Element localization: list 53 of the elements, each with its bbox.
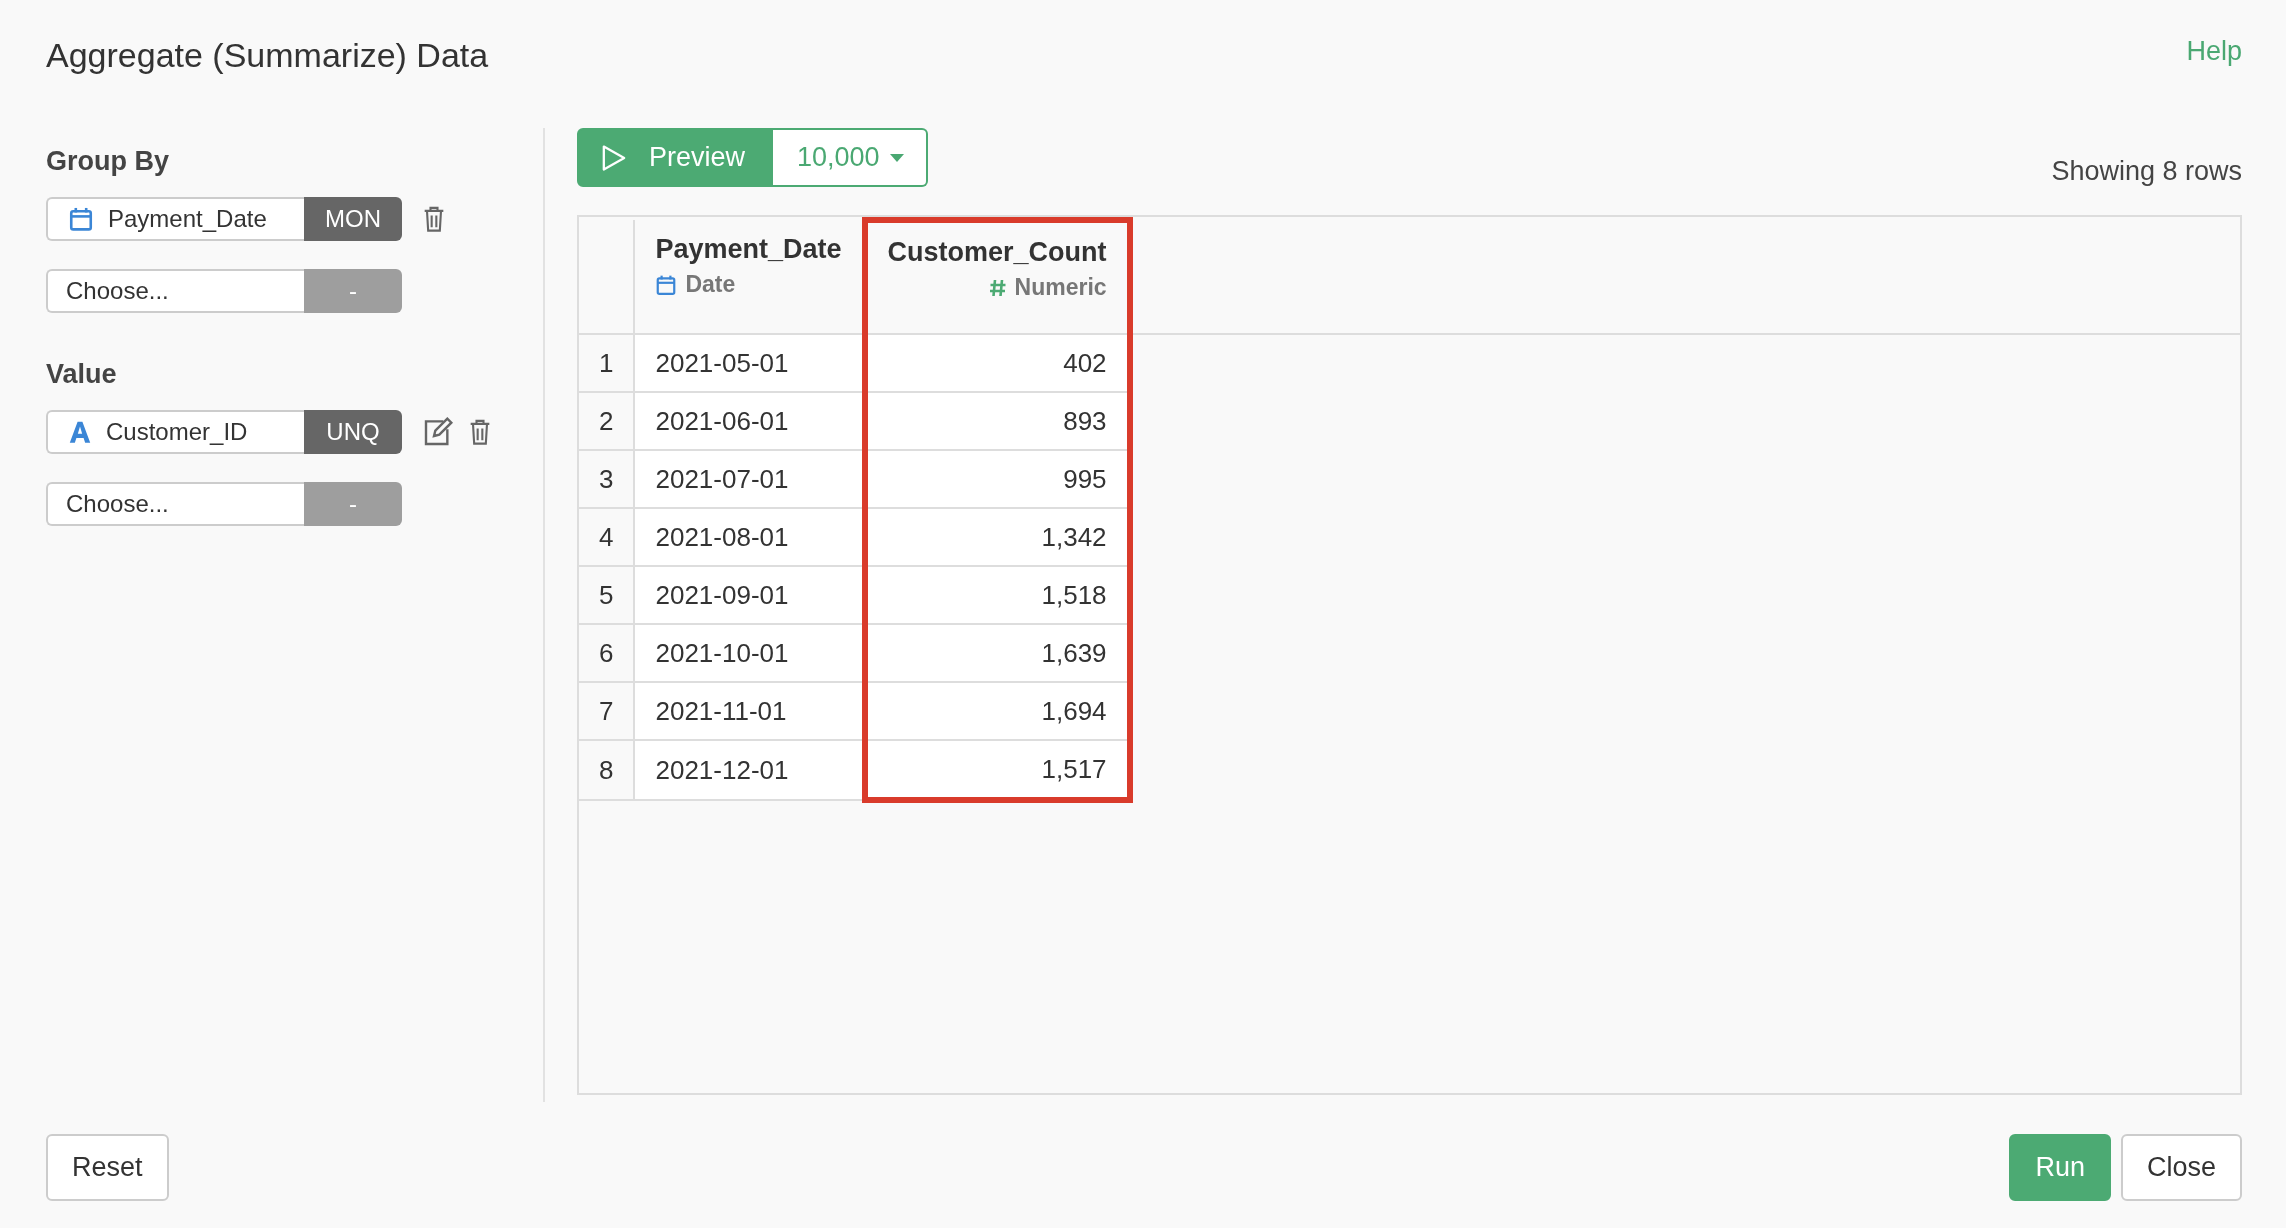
column-type: Numeric [1014, 274, 1107, 301]
table-cell: 2021-10-01 [634, 624, 865, 682]
field-value: Customer_ID [106, 418, 248, 446]
calendar-icon [68, 206, 94, 232]
table-cell: 1,518 [864, 566, 1130, 624]
table-cell: 402 [864, 334, 1130, 392]
dialog-title: Aggregate (Summarize) Data [46, 36, 489, 75]
row-number: 3 [579, 450, 635, 508]
table-cell: 1,639 [864, 624, 1130, 682]
table-cell: 1,342 [864, 508, 1130, 566]
field-value: Payment_Date [108, 205, 267, 233]
field-placeholder: Choose... [66, 277, 169, 305]
table-cell: 1,694 [864, 682, 1130, 740]
table-cell: 2021-09-01 [634, 566, 865, 624]
table-cell: 2021-12-01 [634, 740, 865, 800]
edit-icon[interactable] [422, 417, 454, 447]
text-type-icon [68, 420, 92, 444]
hash-icon [988, 277, 1007, 298]
caret-icon [889, 153, 904, 162]
table-cell: 2021-05-01 [634, 334, 865, 392]
row-number: 6 [579, 624, 635, 682]
column-name: Customer_Count [887, 237, 1107, 268]
reset-button[interactable]: Reset [46, 1133, 169, 1201]
table-cell: 1,517 [864, 740, 1130, 800]
trash-icon[interactable] [468, 418, 492, 446]
play-icon [601, 143, 627, 172]
row-number: 7 [579, 682, 635, 740]
column-select[interactable]: Customer_ID [46, 410, 304, 454]
trash-icon[interactable] [422, 205, 446, 233]
table-cell: 995 [864, 450, 1130, 508]
table-cell: 2021-07-01 [634, 450, 865, 508]
close-button[interactable]: Close [2120, 1133, 2242, 1201]
row-count: Showing 8 rows [2051, 156, 2242, 187]
table-cell: 2021-08-01 [634, 508, 865, 566]
column-select[interactable]: Payment_Date [46, 197, 304, 241]
column-type: Date [685, 271, 736, 298]
column-select[interactable]: Choose... [46, 482, 304, 526]
table-cell: 893 [864, 392, 1130, 450]
calendar-icon [655, 273, 678, 296]
row-number: 5 [579, 566, 635, 624]
row-number: 8 [579, 740, 635, 800]
section-label: Group By [46, 146, 170, 177]
table-cell: 2021-11-01 [634, 682, 865, 740]
table-cell: 2021-06-01 [634, 392, 865, 450]
field-placeholder: Choose... [66, 490, 169, 518]
column-name: Payment_Date [655, 234, 842, 265]
row-number: 4 [579, 508, 635, 566]
section-label: Value [46, 359, 118, 390]
function-select[interactable]: UNQ [304, 410, 402, 454]
column-select[interactable]: Choose... [46, 269, 304, 313]
row-number: 1 [579, 334, 635, 392]
function-select[interactable]: MON [304, 197, 402, 241]
row-number: 2 [579, 392, 635, 450]
